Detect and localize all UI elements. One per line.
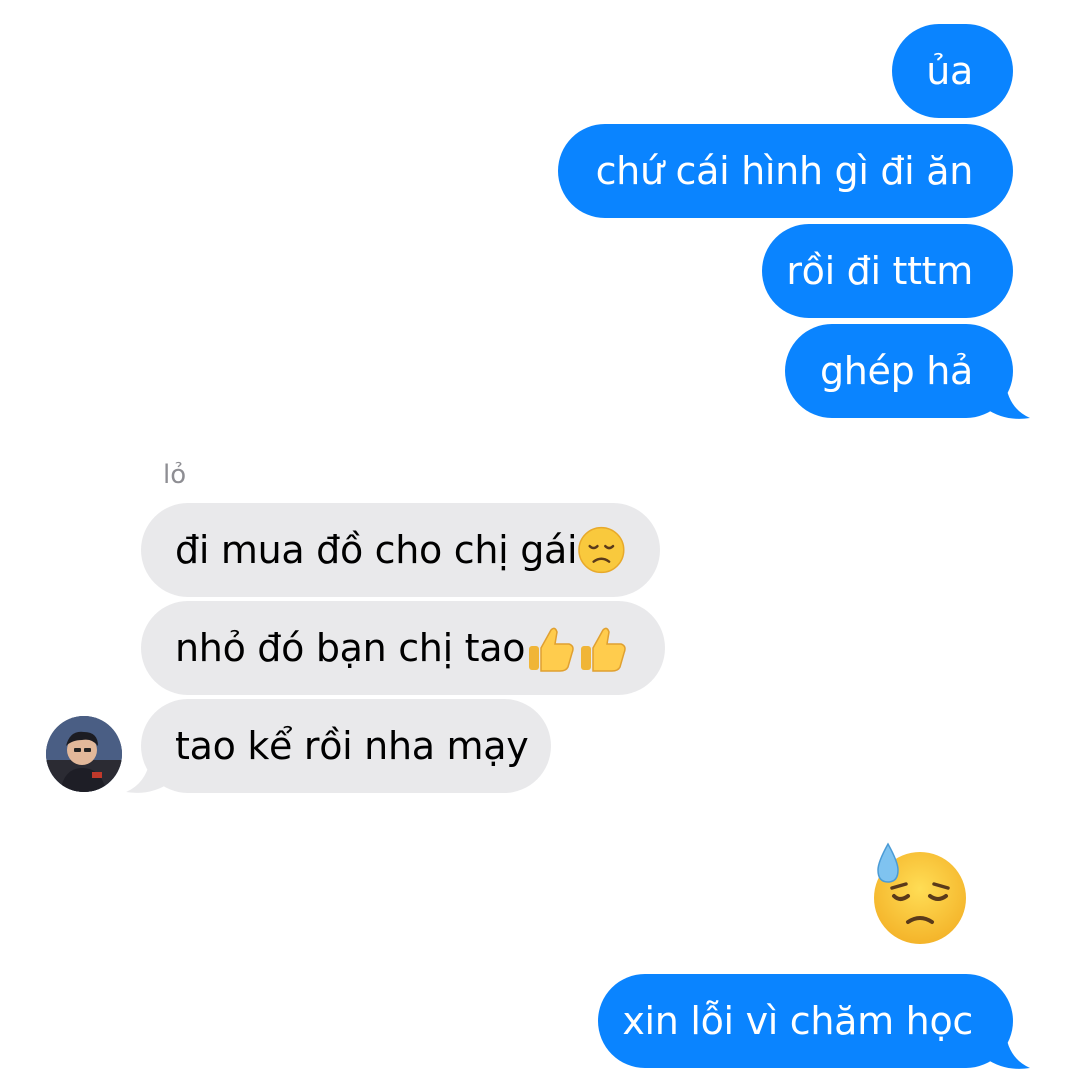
sent-message-bubble[interactable]: xin lỗi vì chăm học: [598, 974, 1013, 1068]
message-text: chứ cái hình gì đi ăn: [595, 149, 974, 193]
message-text: tao kể rồi nha mạy: [175, 724, 529, 768]
received-message-bubble[interactable]: đi mua đồ cho chị gái: [141, 503, 660, 597]
sent-message-bubble[interactable]: chứ cái hình gì đi ăn: [558, 124, 1013, 218]
message-text: ghép hả: [819, 349, 973, 393]
sent-message-bubble[interactable]: ủa: [892, 24, 1013, 118]
thumbs-up-icon: [529, 627, 574, 672]
disappointed-face-icon: [578, 526, 625, 574]
received-message-bubble[interactable]: tao kể rồi nha mạy: [141, 699, 551, 793]
message-text: xin lỗi vì chăm học: [622, 999, 973, 1043]
sent-message-bubble[interactable]: rồi đi tttm: [762, 224, 1013, 318]
sender-name: lỏ: [163, 460, 187, 490]
received-message-bubble[interactable]: nhỏ đó bạn chị tao: [141, 601, 665, 695]
bubble-tail: [126, 752, 171, 793]
message-text: nhỏ đó bạn chị tao: [175, 626, 526, 670]
avatar[interactable]: [46, 716, 122, 792]
message-text: ủa: [926, 49, 973, 93]
bubble-tail: [985, 1028, 1030, 1069]
thumbs-up-icon: [581, 627, 626, 672]
message-text: đi mua đồ cho chị gái: [175, 528, 578, 572]
sent-message-bubble[interactable]: ghép hả: [785, 324, 1013, 418]
profile-photo: [46, 716, 122, 792]
message-text: rồi đi tttm: [786, 249, 973, 293]
bubble-tail: [985, 378, 1030, 419]
downcast-face-with-sweat-icon: [874, 842, 966, 944]
